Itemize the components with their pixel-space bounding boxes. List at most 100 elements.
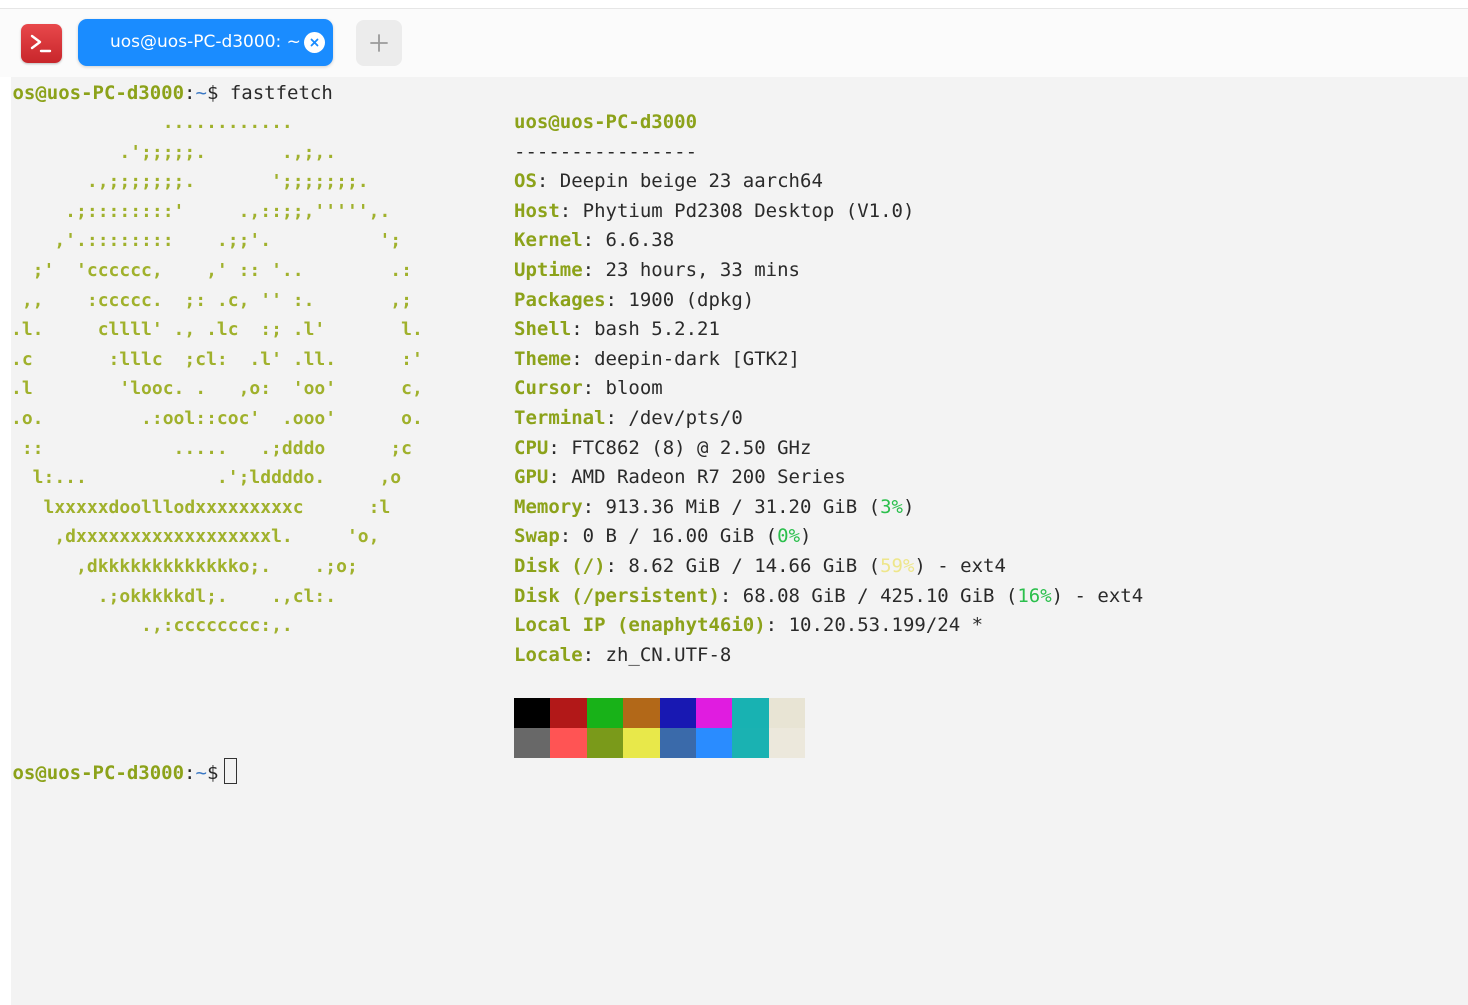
- info-row: CPU: FTC862 (8) @ 2.50 GHz: [514, 436, 812, 459]
- logo-line: .,:cccccccc:,.: [11, 615, 293, 637]
- logo-line: ,dkkkkkkkkkkkkko;. .;o;: [11, 556, 358, 577]
- tab-terminal[interactable]: uos@uos-PC-d3000: ~: [78, 19, 333, 66]
- logo-line: .;::::::::' .,::;;,''''',.: [11, 200, 391, 222]
- info-value: deepin-dark [GTK2]: [594, 347, 800, 370]
- palette-swatch-normal: [514, 698, 551, 728]
- info-value: bloom: [605, 377, 663, 400]
- palette-swatch-normal: [768, 698, 806, 728]
- info-value: 0 B / 16.00 GiB (: [582, 525, 778, 548]
- palette-swatch-bright: [586, 728, 624, 758]
- info-value: 68.08 GiB / 425.10 GiB (: [742, 584, 1018, 607]
- info-row: Shell: bash 5.2.21: [514, 318, 720, 341]
- logo-line: .o. .:ool::coc' .ooo' o.: [11, 408, 423, 429]
- info-key: Shell: [514, 318, 572, 341]
- logo-line: :: ..... .;dddo ;c: [11, 437, 412, 459]
- logo-line: ,'.:::::::: .;;'. ';: [11, 230, 402, 252]
- close-icon[interactable]: [304, 32, 325, 53]
- info-row: Locale: zh_CN.UTF-8: [514, 643, 732, 666]
- usage-percent: 59%: [880, 555, 915, 577]
- terminal-window: uos@uos-PC-d3000: ~ uos@uos-PC-d3000:~$ …: [0, 0, 1468, 1005]
- palette-swatch-bright: [514, 728, 551, 758]
- info-row: GPU: AMD Radeon R7 200 Series: [514, 466, 846, 489]
- info-value: 6.6.38: [605, 229, 675, 252]
- info-row: Disk (/persistent): 68.08 GiB / 425.10 G…: [514, 584, 1144, 607]
- logo-line: .l. cllll' ., .lc :; .l' l.: [11, 319, 423, 341]
- palette-swatch-bright: [768, 728, 806, 758]
- info-title: uos@uos-PC-d3000: [514, 111, 698, 133]
- terminal-app-icon[interactable]: [21, 24, 62, 63]
- new-tab-button[interactable]: [356, 20, 402, 66]
- logo-line: ............: [11, 112, 293, 133]
- prompt-command: fastfetch: [218, 82, 333, 104]
- info-key: Locale: [514, 643, 583, 666]
- prompt-user-host: uos@uos-PC-d3000: [11, 82, 185, 104]
- info-separator: ----------------: [514, 140, 698, 163]
- info-key: Uptime: [514, 259, 583, 281]
- info-key: OS: [514, 170, 537, 193]
- palette-swatch-bright: [696, 728, 733, 758]
- color-palette: [514, 698, 806, 758]
- info-key: Disk (/persistent): [514, 584, 720, 607]
- info-row: Kernel: 6.6.38: [514, 229, 675, 252]
- info-value: 23 hours, 33 mins: [605, 259, 800, 281]
- info-key: GPU: [514, 466, 549, 489]
- info-key: Cursor: [514, 377, 583, 400]
- info-value: FTC862 (8) @ 2.50 GHz: [571, 436, 812, 459]
- info-key: Theme: [514, 347, 572, 370]
- info-row: Swap: 0 B / 16.00 GiB (0%): [514, 525, 812, 548]
- logo-line: .';;;;;. .,;,.: [11, 141, 337, 163]
- info-row: Theme: deepin-dark [GTK2]: [514, 347, 800, 370]
- logo-line: ,, :ccccc. ;: .c, '' :. ,;: [11, 289, 412, 311]
- palette-swatch-normal: [696, 698, 733, 728]
- text-cursor: [224, 758, 238, 784]
- palette-swatch-bright: [659, 728, 696, 758]
- info-value: 1900 (dpkg): [628, 288, 755, 311]
- info-value: bash 5.2.21: [594, 318, 720, 341]
- info-row: Cursor: bloom: [514, 377, 663, 400]
- palette-swatch-bright: [732, 728, 769, 758]
- info-row: Memory: 913.36 MiB / 31.20 GiB (3%): [514, 495, 915, 518]
- info-value: AMD Radeon R7 200 Series: [571, 466, 846, 489]
- usage-percent: 3%: [880, 495, 903, 518]
- logo-line: ,dxxxxxxxxxxxxxxxxxxl. 'o,: [11, 526, 380, 548]
- logo-line: .c :lllc ;cl: .l' .ll. :': [11, 348, 423, 370]
- palette-swatch-normal: [550, 698, 587, 728]
- info-row: Terminal: /dev/pts/0: [514, 407, 743, 429]
- info-row: Uptime: 23 hours, 33 mins: [514, 259, 800, 281]
- info-key: Local IP (enaphyt46i0): [514, 614, 766, 637]
- info-key: Kernel: [514, 229, 583, 252]
- info-value: Phytium Pd2308 Desktop (V1.0): [582, 199, 915, 222]
- logo-line: l:... .';lddddo. ,o: [11, 467, 402, 489]
- palette-swatch-normal: [623, 698, 660, 728]
- plus-icon: [370, 34, 388, 52]
- info-key: Host: [514, 199, 560, 222]
- logo-line: lxxxxxdoolllodxxxxxxxxxc :l: [11, 496, 391, 518]
- info-key: Packages: [514, 288, 606, 311]
- logo-line: ;' 'cccccc, ,' :: '.. .:: [11, 260, 412, 281]
- info-row: Local IP (enaphyt46i0): 10.20.53.199/24 …: [514, 614, 984, 637]
- terminal-output[interactable]: uos@uos-PC-d3000:~$ fastfetch ..........…: [11, 77, 1468, 1005]
- info-key: Swap: [514, 525, 560, 548]
- info-value: Deepin beige 23 aarch64: [559, 170, 823, 193]
- info-key: Terminal: [514, 407, 606, 429]
- palette-swatch-bright: [550, 728, 587, 758]
- palette-swatch-normal: [586, 698, 624, 728]
- info-row: Disk (/): 8.62 GiB / 14.66 GiB (59%) - e…: [514, 555, 1006, 577]
- info-row: OS: Deepin beige 23 aarch64: [514, 170, 823, 193]
- info-row: Host: Phytium Pd2308 Desktop (V1.0): [514, 199, 915, 222]
- info-key: Memory: [514, 495, 583, 518]
- prompt-line-1: uos@uos-PC-d3000:~$ fastfetch: [11, 78, 333, 108]
- info-value: 8.62 GiB / 14.66 GiB (: [628, 555, 881, 577]
- usage-percent: 16%: [1017, 584, 1052, 607]
- info-value: 913.36 MiB / 31.20 GiB (: [605, 495, 881, 518]
- logo-line: .l 'looc. . ,o: 'oo' c,: [11, 378, 423, 400]
- info-value: 10.20.53.199/24 *: [788, 614, 984, 637]
- tab-title: uos@uos-PC-d3000: ~: [110, 32, 301, 52]
- prompt-line-2: uos@uos-PC-d3000:~$: [11, 758, 238, 788]
- info-key: CPU: [514, 436, 549, 459]
- logo-line: .,;;;;;;;. ';;;;;;;.: [11, 171, 369, 193]
- info-row: Packages: 1900 (dpkg): [514, 288, 755, 311]
- info-key: Disk (/): [514, 555, 606, 577]
- palette-swatch-normal: [732, 698, 769, 728]
- palette-swatch-normal: [659, 698, 696, 728]
